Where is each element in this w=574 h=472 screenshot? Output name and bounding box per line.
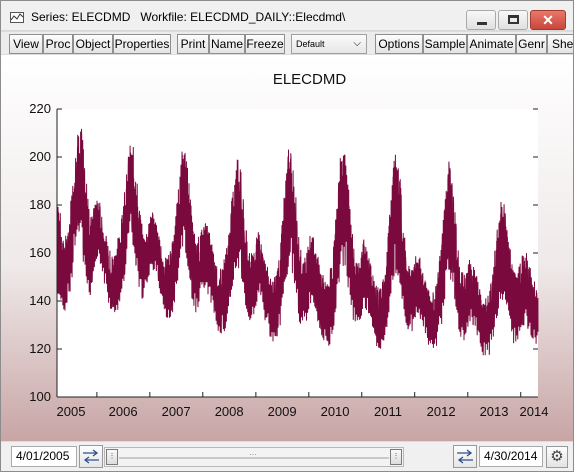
close-icon: ✕ xyxy=(542,12,554,28)
properties-button[interactable]: Properties xyxy=(113,34,171,54)
close-button[interactable]: ✕ xyxy=(530,10,566,30)
x-tick-label: 2010 xyxy=(321,404,350,419)
object-button[interactable]: Object xyxy=(73,34,113,54)
sample-bar: 4/01/2005 ⋮ ··· ⋮ 4/30/2014 ⚙ xyxy=(1,442,573,471)
series-window: Series: ELECDMD Workfile: ELECDMD_DAILY:… xyxy=(0,0,574,472)
x-tick-label: 2006 xyxy=(109,404,138,419)
y-tick-label: 200 xyxy=(29,149,51,164)
sample-end-date[interactable]: 4/30/2014 xyxy=(479,446,543,467)
y-tick-label: 220 xyxy=(29,101,51,116)
genr-button[interactable]: Genr xyxy=(516,34,547,54)
window-title: Series: ELECDMD Workfile: ELECDMD_DAILY:… xyxy=(31,10,346,24)
slider-start-thumb[interactable]: ⋮ xyxy=(106,449,118,465)
scroll-start-button[interactable] xyxy=(79,445,103,468)
double-arrow-icon xyxy=(457,449,473,464)
double-arrow-icon xyxy=(83,449,99,464)
sample-start-date[interactable]: 4/01/2005 xyxy=(11,446,77,467)
display-select-value: Default xyxy=(296,39,325,49)
minimize-button[interactable] xyxy=(466,10,496,30)
y-tick-label: 180 xyxy=(29,197,51,212)
sheet-button[interactable]: Sheet xyxy=(547,34,573,54)
chart-title: ELECDMD xyxy=(273,71,347,88)
toolbar: View Proc Object Properties Print Name F… xyxy=(1,32,573,54)
display-select[interactable]: Default ⌵ xyxy=(291,34,367,54)
sample-slider[interactable]: ⋮ ··· ⋮ xyxy=(104,447,404,467)
x-tick-label: 2014 xyxy=(520,404,549,419)
maximize-icon xyxy=(508,15,519,24)
freeze-button[interactable]: Freeze xyxy=(245,34,285,54)
title-bar[interactable]: Series: ELECDMD Workfile: ELECDMD_DAILY:… xyxy=(1,1,573,31)
minimize-icon xyxy=(477,22,487,25)
sample-button[interactable]: Sample xyxy=(423,34,467,54)
name-button[interactable]: Name xyxy=(209,34,245,54)
options-button[interactable]: Options xyxy=(375,34,423,54)
print-button[interactable]: Print xyxy=(177,34,209,54)
scroll-end-button[interactable] xyxy=(453,445,477,468)
view-button[interactable]: View xyxy=(9,34,43,54)
x-tick-label: 2013 xyxy=(480,404,509,419)
gear-icon[interactable]: ⚙ xyxy=(546,446,568,468)
x-tick-label: 2005 xyxy=(57,404,86,419)
x-tick-label: 2011 xyxy=(374,404,402,419)
animate-button[interactable]: Animate xyxy=(467,34,516,54)
x-tick-label: 2007 xyxy=(162,404,191,419)
y-tick-label: 160 xyxy=(29,245,51,260)
graph-view: ELECDMD 100 120 140 160 180 200 220 2005 2006 2007… xyxy=(1,55,573,441)
maximize-button[interactable] xyxy=(498,10,528,30)
series-icon xyxy=(10,12,24,23)
slider-end-thumb[interactable]: ⋮ xyxy=(390,449,402,465)
x-tick-label: 2012 xyxy=(427,404,456,419)
line-chart: ELECDMD 100 120 140 160 180 200 220 2005 2006 2007… xyxy=(29,71,549,419)
y-tick-label: 120 xyxy=(29,341,51,356)
proc-button[interactable]: Proc xyxy=(43,34,73,54)
x-tick-label: 2009 xyxy=(268,404,297,419)
y-tick-label: 100 xyxy=(29,389,51,404)
chevron-down-icon: ⌵ xyxy=(353,38,361,49)
slider-grip-icon: ··· xyxy=(249,450,257,459)
x-tick-label: 2008 xyxy=(215,404,244,419)
y-tick-label: 140 xyxy=(29,293,51,308)
